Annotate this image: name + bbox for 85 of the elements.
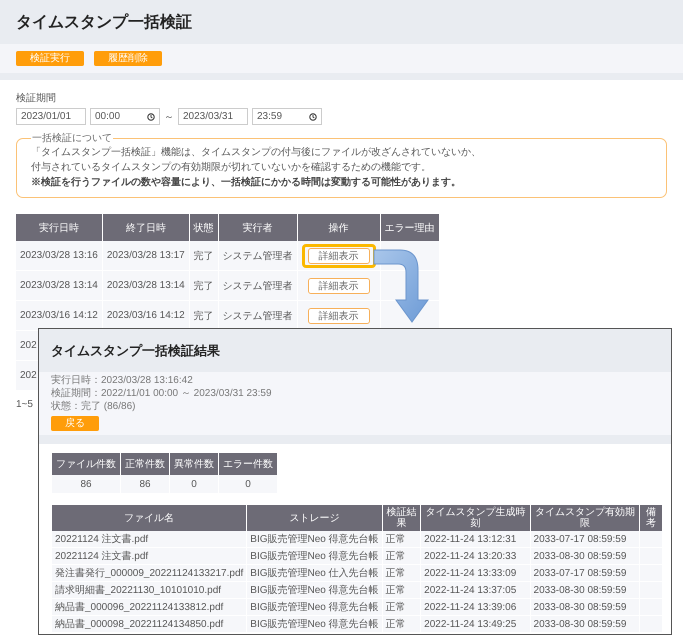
- table-cell: 0: [245, 478, 251, 490]
- table-cell: 2023/03/16 14:12: [20, 310, 98, 321]
- input-field[interactable]: 2023/01/01: [16, 108, 86, 125]
- column-header: タイムスタンプ生成時刻: [421, 505, 530, 531]
- table-cell: 正常: [386, 619, 406, 630]
- table-cell: 2023/03/28 13:14: [106, 280, 185, 291]
- table-cell: 20221124 注文書.pdf: [55, 551, 148, 562]
- table-cell: 2023/03/16 14:12: [106, 310, 185, 321]
- column-header: 状態: [190, 214, 218, 241]
- panel-legend: 一括検証について: [31, 131, 113, 145]
- input-field[interactable]: 23:59: [252, 108, 322, 125]
- detail-button[interactable]: 詳細表示: [308, 308, 370, 324]
- column-header: 検証結果: [382, 505, 420, 531]
- table-cell: 完了: [194, 280, 214, 292]
- table-cell: 86: [80, 478, 92, 490]
- table-cell: 20221124 注文書.pdf: [55, 534, 148, 545]
- table-cell: 2033-07-17 08:59:59: [534, 568, 626, 578]
- column-header: エラー件数: [219, 453, 277, 475]
- column-header: タイムスタンプ有効期限: [530, 505, 640, 531]
- info-text: 状態：完了 (86/86): [51, 400, 136, 413]
- table-cell: 正常: [386, 602, 406, 613]
- table-cell: 完了: [194, 310, 214, 322]
- table-cell: 2033-08-30 08:59:59: [534, 550, 626, 562]
- column-header: エラー理由: [380, 214, 439, 241]
- column-header: 終了日時: [102, 214, 189, 241]
- info-text: 検証期間：2022/11/01 00:00 ～ 2023/03/31 23:59: [51, 387, 273, 400]
- column-header: ストレージ: [247, 505, 382, 531]
- table-cell: BIG販売管理Neo 得意先台帳: [250, 534, 379, 545]
- clock-icon: [147, 112, 155, 120]
- info-text: 実行日時：2023/03/28 13:16:42: [51, 374, 194, 387]
- column-header: 備考: [640, 505, 662, 531]
- table-cell: BIG販売管理Neo 得意先台帳: [250, 602, 379, 613]
- column-header: 実行日時: [16, 214, 102, 241]
- table-cell: 2023/03/28 13:14: [20, 280, 98, 291]
- table-cell: 2022-11-24 13:39:06: [424, 602, 516, 612]
- input-field[interactable]: 2023/03/31: [178, 108, 248, 125]
- table-cell: BIG販売管理Neo 得意先台帳: [250, 619, 379, 630]
- table-cell: BIG販売管理Neo 得意先台帳: [250, 585, 379, 596]
- table-cell: 202: [20, 370, 37, 381]
- table-cell: 2022-11-24 13:33:09: [424, 568, 516, 578]
- table-cell: 正常: [386, 534, 406, 545]
- table-cell: 2033-08-30 08:59:59: [534, 618, 626, 630]
- table-cell: システム管理者: [222, 310, 293, 322]
- table-cell: 2033-07-17 08:59:59: [534, 534, 626, 544]
- table-cell: 正常: [386, 551, 406, 562]
- field-label: 検証期間: [16, 92, 57, 105]
- table-cell: 完了: [194, 250, 214, 262]
- table-cell: 86: [139, 478, 151, 490]
- table-cell: 2022-11-24 13:37:05: [424, 584, 516, 596]
- column-header: 正常件数: [121, 453, 169, 475]
- table-cell: 納品書_000098_20221124134850.pdf: [55, 619, 224, 630]
- table-cell: 正常: [386, 568, 406, 579]
- table-cell: 2033-08-30 08:59:59: [534, 602, 626, 612]
- table-cell: BIG販売管理Neo 得意先台帳: [250, 551, 379, 562]
- column-header: 操作: [298, 214, 380, 241]
- table-cell: システム管理者: [222, 280, 293, 292]
- table-cell: 2023/03/28 13:16: [20, 250, 98, 261]
- table-cell: 2023/03/28 13:17: [106, 250, 185, 261]
- table-cell: 2033-08-30 08:59:59: [534, 584, 626, 596]
- input-field[interactable]: 00:00: [90, 108, 160, 125]
- table-cell: 発注書発行_000009_20221124133217.pdf: [55, 568, 244, 579]
- column-header: 異常件数: [170, 453, 218, 475]
- column-header: ファイル件数: [52, 453, 120, 475]
- table-cell: 正常: [386, 585, 406, 596]
- window-title: タイムスタンプ一括検証結果: [51, 342, 220, 360]
- table-cell: 請求明細書_20221130_10101010.pdf: [55, 585, 222, 596]
- table-cell: 0: [191, 478, 197, 490]
- info-text: 付与されているタイムスタンプの有効期限が切れていないかを確認するための機能です。: [31, 161, 432, 174]
- table-cell: 納品書_000096_20221124133812.pdf: [55, 602, 224, 613]
- table-cell: システム管理者: [222, 250, 293, 262]
- table-cell: BIG販売管理Neo 仕入先台帳: [250, 568, 379, 579]
- detail-button[interactable]: 詳細表示: [308, 248, 370, 264]
- column-header: ファイル名: [52, 505, 246, 531]
- page-title: タイムスタンプ一括検証: [16, 12, 192, 32]
- range-separator: ～: [164, 110, 174, 124]
- clock-icon: [309, 112, 317, 120]
- column-header: 実行者: [218, 214, 297, 241]
- info-text: ※検証を行うファイルの数や容量により、一括検証にかかる時間は変動する可能性があります。: [31, 176, 462, 189]
- table-cell: 2022-11-24 13:49:25: [424, 618, 516, 630]
- table-cell: 2022-11-24 13:20:33: [424, 550, 516, 562]
- detail-button[interactable]: 詳細表示: [308, 278, 370, 294]
- record-count: 1~5: [16, 399, 33, 410]
- table-cell: 202: [20, 340, 37, 351]
- info-text: 「タイムスタンプ一括検証」機能は、タイムスタンプの付与後にファイルが改ざんされていないか、: [31, 146, 482, 159]
- table-cell: 2022-11-24 13:12:31: [424, 534, 516, 544]
